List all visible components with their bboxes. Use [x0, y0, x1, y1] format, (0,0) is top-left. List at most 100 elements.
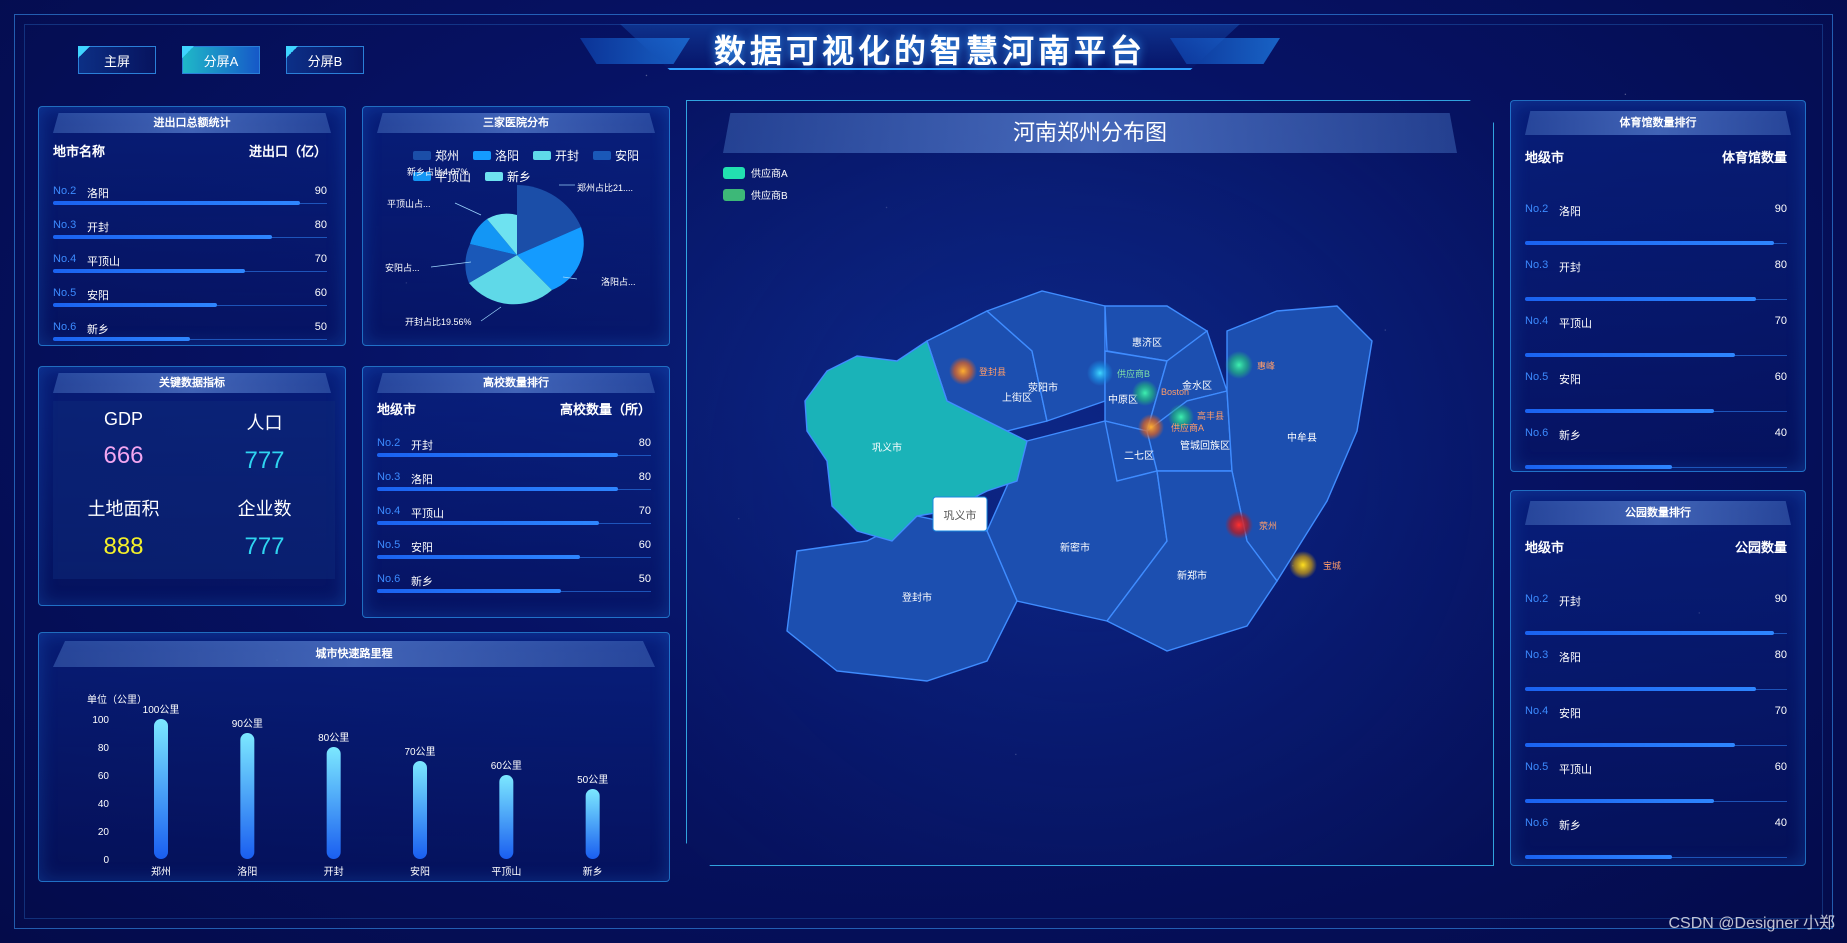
- rank-bar: [1525, 799, 1714, 803]
- kpi-gdp: GDP 666: [53, 409, 194, 470]
- district-label-gongyi: 巩义市: [872, 441, 902, 454]
- marker-label: 登封县: [979, 366, 1006, 377]
- rank-row[interactable]: No.3 洛阳 80: [377, 465, 651, 499]
- rank-row[interactable]: No.5 平顶山 60: [1525, 755, 1787, 811]
- rank-row[interactable]: No.6 新乡 40: [1525, 421, 1787, 477]
- bar[interactable]: [326, 747, 341, 859]
- rank-list: No.2 开封 80 No.3 洛阳 80 No.4 平顶山 70 No.5 安阳 60 No.6 新乡 5…: [377, 431, 651, 601]
- district-label-huiji: 惠济区: [1132, 336, 1162, 349]
- rank-row[interactable]: No.5 安阳 60: [377, 533, 651, 567]
- map-marker[interactable]: [949, 357, 977, 385]
- rank-row[interactable]: No.4 平顶山 70: [53, 247, 327, 281]
- rank-row[interactable]: No.3 洛阳 80: [1525, 643, 1787, 699]
- kpi-grid: GDP 666 人口 777 土地面积 888 企业数 777: [53, 401, 335, 579]
- rank-value: 50: [638, 573, 651, 585]
- map-marker[interactable]: [1138, 414, 1164, 440]
- header-city: 地级市: [377, 402, 417, 417]
- district-label-erqi: 二七区: [1124, 450, 1154, 462]
- map-marker[interactable]: [1225, 511, 1253, 539]
- rank-row[interactable]: No.2 开封 90: [1525, 587, 1787, 643]
- bar[interactable]: [413, 761, 427, 859]
- rank-bar: [53, 269, 245, 273]
- expressway-panel: 城市快速路里程 单位（公里） 0 20 40 60 80 100 100公里 郑州 90公里 洛阳…: [38, 632, 670, 882]
- panel-title: 关键数据指标: [53, 373, 331, 393]
- x-tick-label: 平顶山: [491, 866, 521, 878]
- rank-value: 80: [1774, 259, 1787, 271]
- marker-label: Boston: [1161, 387, 1189, 397]
- pie-label-zhengzhou: 郑州占比21....: [577, 183, 634, 193]
- bar-data-label: 90公里: [232, 718, 263, 730]
- rank-bar: [1525, 465, 1672, 469]
- rank-number: No.3: [377, 471, 401, 483]
- marker-label: 宝城: [1323, 560, 1341, 571]
- rank-row[interactable]: No.2 洛阳 90: [53, 179, 327, 213]
- map-marker[interactable]: [1225, 351, 1253, 379]
- rank-row[interactable]: No.6 新乡 40: [1525, 811, 1787, 867]
- rank-row[interactable]: No.4 安阳 70: [1525, 699, 1787, 755]
- bar-data-label: 50公里: [577, 774, 608, 786]
- map-marker[interactable]: [1087, 360, 1113, 386]
- gym-panel: 体育馆数量排行 地级市 体育馆数量 No.2 洛阳 90 No.3 开封 80 No.4 平顶…: [1510, 100, 1806, 472]
- rank-number: No.6: [53, 321, 77, 333]
- rank-bar: [53, 303, 218, 307]
- bar[interactable]: [585, 789, 600, 859]
- kpi-label: 企业数: [237, 499, 292, 519]
- rank-city: 平顶山: [411, 508, 444, 520]
- rank-row[interactable]: No.4 平顶山 70: [377, 499, 651, 533]
- bar[interactable]: [240, 733, 255, 859]
- rank-number: No.4: [377, 505, 401, 517]
- nav-split-a[interactable]: 分屏A: [182, 46, 260, 74]
- screen-nav: 主屏 分屏A 分屏B: [78, 46, 364, 74]
- rank-value: 60: [1774, 761, 1787, 773]
- rank-value: 90: [1774, 203, 1787, 215]
- header-value: 进出口（亿）: [248, 144, 327, 159]
- kpi-value: 777: [244, 533, 285, 560]
- list-header: 地级市 公园数量: [1525, 537, 1787, 556]
- leader-line: [454, 202, 482, 216]
- university-panel: 高校数量排行 地级市 高校数量（所） No.2 开封 80 No.3 洛阳 80 No.4 平…: [362, 366, 670, 618]
- rank-row[interactable]: No.2 开封 80: [377, 431, 651, 465]
- header-city: 地级市: [1525, 540, 1565, 555]
- map-marker[interactable]: [1289, 551, 1317, 579]
- district-label-shangjie: 上街区: [1002, 391, 1032, 404]
- nav-split-b[interactable]: 分屏B: [286, 46, 364, 74]
- rank-city: 新乡: [411, 576, 433, 588]
- marker-label: 供应商B: [1117, 368, 1150, 379]
- rank-list: No.2 洛阳 90 No.3 开封 80 No.4 平顶山 70 No.5 安阳 60 No.6 新乡 5…: [53, 179, 327, 349]
- rank-city: 安阳: [411, 542, 433, 554]
- bar[interactable]: [154, 719, 168, 859]
- rank-bar: [377, 453, 619, 457]
- leader-line: [480, 306, 502, 322]
- rank-value: 70: [638, 505, 651, 517]
- header-city: 地市名称: [53, 144, 106, 159]
- rank-number: No.3: [1525, 259, 1549, 271]
- map-marker[interactable]: [1132, 380, 1158, 406]
- y-tick-label: 100: [92, 715, 109, 726]
- rank-city: 开封: [87, 222, 109, 234]
- bar[interactable]: [499, 775, 514, 859]
- rank-number: No.5: [1525, 761, 1549, 773]
- x-tick-label: 安阳: [410, 865, 430, 878]
- map-panel: 河南郑州分布图 供应商A 供应商B 巩义市 荥阳市 上街区 惠济区 中原区 金水…: [686, 100, 1494, 866]
- rank-row[interactable]: No.6 新乡 50: [377, 567, 651, 601]
- rank-city: 平顶山: [1559, 318, 1592, 330]
- rank-bar: [53, 201, 300, 205]
- rank-row[interactable]: No.4 平顶山 70: [1525, 309, 1787, 365]
- rank-number: No.6: [377, 573, 401, 585]
- nav-main-screen[interactable]: 主屏: [78, 46, 156, 74]
- y-tick-label: 20: [98, 827, 110, 838]
- rank-value: 70: [1774, 705, 1787, 717]
- pie-label-luoyang: 洛阳占...: [601, 277, 636, 287]
- rank-row[interactable]: No.5 安阳 60: [53, 281, 327, 315]
- marker-label: 高丰县: [1197, 410, 1224, 421]
- rank-value: 50: [314, 321, 327, 333]
- hospital-panel: 三家医院分布 郑州 洛阳 开封 安阳 平顶山 新乡 新乡占比4.07% 郑州占比21...…: [362, 106, 670, 346]
- rank-value: 80: [638, 471, 651, 483]
- header-city: 地级市: [1525, 150, 1565, 165]
- rank-row[interactable]: No.3 开封 80: [53, 213, 327, 247]
- rank-row[interactable]: No.6 新乡 50: [53, 315, 327, 349]
- rank-row[interactable]: No.5 安阳 60: [1525, 365, 1787, 421]
- rank-row[interactable]: No.2 洛阳 90: [1525, 197, 1787, 253]
- rank-row[interactable]: No.3 开封 80: [1525, 253, 1787, 309]
- kpi-population: 人口 777: [194, 409, 335, 475]
